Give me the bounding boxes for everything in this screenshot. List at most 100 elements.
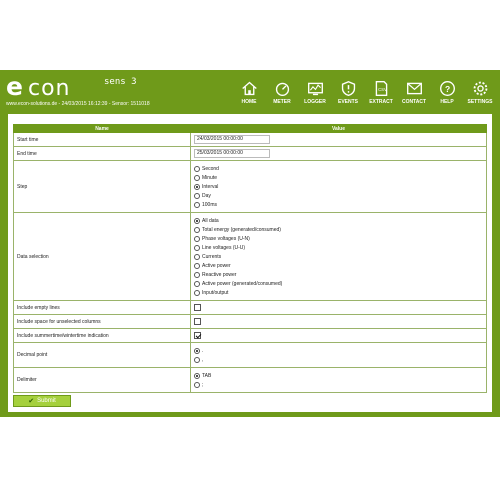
nav-logger-label: LOGGER	[304, 99, 326, 105]
radio-button[interactable]	[194, 356, 200, 363]
nav-contact-label: CONTACT	[401, 99, 427, 105]
help-icon: ?	[439, 81, 455, 96]
step-options: Second Minute Interval Day 100ms	[190, 160, 487, 213]
step-option[interactable]: 100ms	[194, 200, 483, 209]
contact-icon	[406, 82, 422, 95]
data-selection-options: All data Total energy (generated/consume…	[190, 212, 487, 301]
unselected-columns-checkbox[interactable]	[194, 318, 201, 325]
step-option-label: Interval	[202, 183, 219, 190]
data-option[interactable]: Active power (generated/consumed)	[194, 279, 483, 288]
step-option[interactable]: Day	[194, 191, 483, 200]
delimiter-options: TAB ;	[190, 367, 487, 393]
logo-con: con	[27, 76, 71, 101]
radio-button[interactable]	[194, 271, 200, 278]
radio-button[interactable]	[194, 262, 200, 269]
empty-lines-checkbox[interactable]	[194, 304, 201, 311]
nav-meter-label: METER	[273, 99, 291, 105]
step-option[interactable]: Interval	[194, 182, 483, 191]
extract-panel: Name Value Start time 24/03/2015 00:00:0…	[8, 114, 492, 412]
data-option[interactable]: Phase voltages (U-N)	[194, 234, 483, 243]
data-option-label: Line voltages (U-U)	[202, 244, 246, 251]
svg-text:CSV: CSV	[378, 87, 387, 92]
nav-home-label: HOME	[241, 99, 257, 105]
nav-meter[interactable]: METER	[266, 80, 298, 105]
data-option[interactable]: Reactive power	[194, 270, 483, 279]
step-option[interactable]: Second	[194, 164, 483, 173]
nav-events[interactable]: EVENTS	[332, 80, 364, 105]
radio-button-selected[interactable]	[194, 183, 200, 190]
decimal-option-label: .	[202, 347, 204, 354]
events-icon	[341, 80, 355, 97]
start-time-input[interactable]: 24/03/2015 00:00:00	[194, 135, 270, 144]
data-selection-label: Data selection	[13, 212, 191, 301]
data-option[interactable]: Input/output	[194, 288, 483, 297]
step-option-label: 100ms	[202, 201, 218, 208]
data-option[interactable]: Line voltages (U-U)	[194, 243, 483, 252]
data-option-label: Active power	[202, 262, 231, 269]
dst-cell	[190, 328, 487, 343]
table-row: Include empty lines	[13, 300, 487, 315]
home-icon	[241, 81, 257, 96]
empty-lines-cell	[190, 300, 487, 315]
delimiter-option[interactable]: TAB	[194, 371, 483, 380]
nav-contact[interactable]: CONTACT	[398, 80, 430, 105]
radio-button-selected[interactable]	[194, 347, 200, 354]
table-row: Step Second Minute Interval Day 100ms	[13, 160, 487, 213]
delimiter-option-label: TAB	[202, 372, 212, 379]
nav-help-label: HELP	[440, 99, 454, 105]
nav-logger[interactable]: LOGGER	[299, 80, 331, 105]
data-option-label: Reactive power	[202, 271, 237, 278]
radio-button[interactable]	[194, 280, 200, 287]
submit-label: Submit	[37, 398, 56, 404]
decimal-option[interactable]: ,	[194, 355, 483, 364]
decimal-point-label: Decimal point	[13, 342, 191, 368]
dst-label: Include summertime/wintertime indication	[13, 328, 191, 343]
delimiter-label: Delimiter	[13, 367, 191, 393]
table-header: Name Value	[13, 124, 487, 133]
nav-events-label: EVENTS	[337, 99, 358, 105]
radio-button[interactable]	[194, 201, 200, 208]
step-option-label: Minute	[202, 174, 218, 181]
data-option-label: Phase voltages (U-N)	[202, 235, 250, 242]
data-option-label: Input/output	[202, 289, 229, 296]
end-time-cell: 25/03/2015 00:00:00	[190, 146, 487, 161]
data-option[interactable]: Active power	[194, 261, 483, 270]
end-time-input[interactable]: 25/03/2015 00:00:00	[194, 149, 270, 158]
nav-settings[interactable]: SETTINGS	[464, 80, 496, 105]
extract-settings-table: Name Value Start time 24/03/2015 00:00:0…	[13, 124, 487, 393]
table-row: Start time 24/03/2015 00:00:00	[13, 132, 487, 147]
table-row: Data selection All data Total energy (ge…	[13, 212, 487, 301]
radio-button-selected[interactable]	[194, 372, 200, 379]
radio-button[interactable]	[194, 244, 200, 251]
step-option-label: Day	[202, 192, 211, 199]
step-option[interactable]: Minute	[194, 173, 483, 182]
data-option-label: Total energy (generated/consumed)	[202, 226, 281, 233]
settings-icon	[473, 81, 487, 96]
radio-button-selected[interactable]	[194, 217, 200, 224]
column-header-value: Value	[190, 124, 487, 133]
radio-button[interactable]	[194, 289, 200, 296]
header-subline: www.econ-solutions.de - 24/03/2015 16:12…	[6, 101, 150, 107]
radio-button[interactable]	[194, 381, 200, 388]
data-option[interactable]: Currents	[194, 252, 483, 261]
nav-extract[interactable]: CSV EXTRACT	[365, 80, 397, 105]
delimiter-option[interactable]: ;	[194, 380, 483, 389]
radio-button[interactable]	[194, 192, 200, 199]
step-label: Step	[13, 160, 191, 213]
nav-help[interactable]: ? HELP	[431, 80, 463, 105]
data-option[interactable]: All data	[194, 216, 483, 225]
dst-checkbox[interactable]	[194, 332, 201, 339]
decimal-point-options: . ,	[190, 342, 487, 368]
table-row: Include summertime/wintertime indication	[13, 328, 487, 343]
radio-button[interactable]	[194, 253, 200, 260]
decimal-option[interactable]: .	[194, 346, 483, 355]
radio-button[interactable]	[194, 174, 200, 181]
nav-home[interactable]: HOME	[233, 80, 265, 105]
submit-button[interactable]: ✔ Submit	[13, 395, 71, 407]
logo-e: e	[6, 72, 23, 101]
meter-icon	[275, 82, 289, 96]
radio-button[interactable]	[194, 226, 200, 233]
radio-button[interactable]	[194, 235, 200, 242]
data-option[interactable]: Total energy (generated/consumed)	[194, 225, 483, 234]
radio-button[interactable]	[194, 165, 200, 172]
